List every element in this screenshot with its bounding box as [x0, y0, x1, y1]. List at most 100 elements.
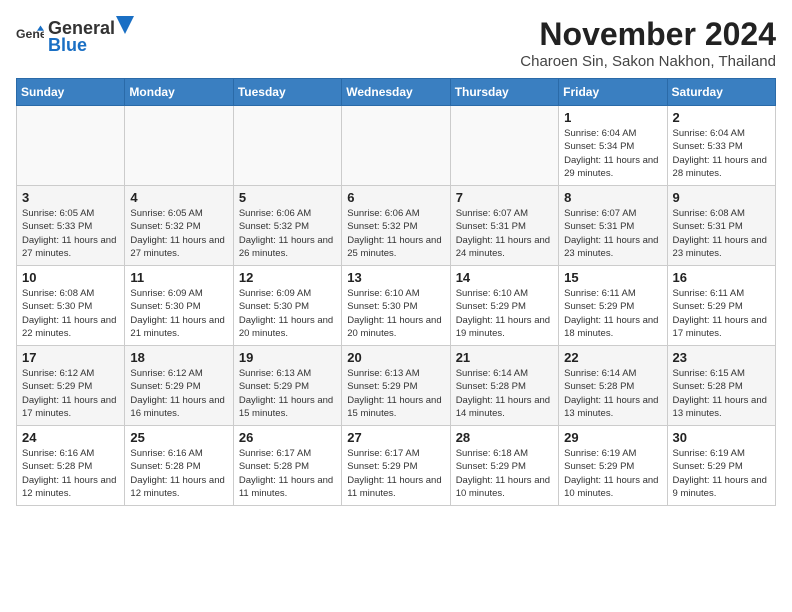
day-info: Sunrise: 6:19 AMSunset: 5:29 PMDaylight:…	[673, 447, 770, 500]
calendar-cell: 6 Sunrise: 6:06 AMSunset: 5:32 PMDaylight…	[342, 186, 450, 266]
day-info: Sunrise: 6:17 AMSunset: 5:29 PMDaylight:…	[347, 447, 444, 500]
header-friday: Friday	[559, 79, 667, 106]
header-saturday: Saturday	[667, 79, 775, 106]
day-info: Sunrise: 6:13 AMSunset: 5:29 PMDaylight:…	[239, 367, 336, 420]
header-wednesday: Wednesday	[342, 79, 450, 106]
day-number: 10	[22, 270, 119, 285]
day-number: 24	[22, 430, 119, 445]
day-number: 27	[347, 430, 444, 445]
page-header: General General Blue November 2024 Charo…	[16, 16, 776, 70]
day-info: Sunrise: 6:16 AMSunset: 5:28 PMDaylight:…	[130, 447, 227, 500]
calendar-cell	[233, 106, 341, 186]
day-info: Sunrise: 6:09 AMSunset: 5:30 PMDaylight:…	[130, 287, 227, 340]
day-info: Sunrise: 6:16 AMSunset: 5:28 PMDaylight:…	[22, 447, 119, 500]
day-number: 1	[564, 110, 661, 125]
logo: General General Blue	[16, 16, 135, 56]
calendar-week-row: 3Sunrise: 6:05 AMSunset: 5:33 PMDaylight…	[17, 186, 776, 266]
calendar-cell: 17Sunrise: 6:12 AMSunset: 5:29 PMDayligh…	[17, 346, 125, 426]
day-info: Sunrise: 6:06 AMSunset: 5:32 PMDaylight:…	[239, 207, 336, 260]
calendar-cell: 5 Sunrise: 6:06 AMSunset: 5:32 PMDaylight…	[233, 186, 341, 266]
day-info: Sunrise: 6:08 AMSunset: 5:30 PMDaylight:…	[22, 287, 119, 340]
calendar-cell: 16 Sunrise: 6:11 AMSunset: 5:29 PMDayligh…	[667, 266, 775, 346]
day-number: 18	[130, 350, 227, 365]
calendar-cell: 11 Sunrise: 6:09 AMSunset: 5:30 PMDayligh…	[125, 266, 233, 346]
calendar-cell	[342, 106, 450, 186]
day-number: 9	[673, 190, 770, 205]
calendar-cell: 25 Sunrise: 6:16 AMSunset: 5:28 PMDayligh…	[125, 426, 233, 506]
calendar-cell: 3Sunrise: 6:05 AMSunset: 5:33 PMDaylight…	[17, 186, 125, 266]
day-number: 12	[239, 270, 336, 285]
day-info: Sunrise: 6:14 AMSunset: 5:28 PMDaylight:…	[564, 367, 661, 420]
calendar-cell	[17, 106, 125, 186]
calendar-cell: 21 Sunrise: 6:14 AMSunset: 5:28 PMDayligh…	[450, 346, 558, 426]
calendar-cell: 29Sunrise: 6:19 AMSunset: 5:29 PMDayligh…	[559, 426, 667, 506]
day-number: 6	[347, 190, 444, 205]
day-info: Sunrise: 6:05 AMSunset: 5:32 PMDaylight:…	[130, 207, 227, 260]
calendar-cell: 18Sunrise: 6:12 AMSunset: 5:29 PMDayligh…	[125, 346, 233, 426]
day-info: Sunrise: 6:08 AMSunset: 5:31 PMDaylight:…	[673, 207, 770, 260]
day-number: 25	[130, 430, 227, 445]
calendar-cell: 1 Sunrise: 6:04 AMSunset: 5:34 PMDaylight…	[559, 106, 667, 186]
day-number: 5	[239, 190, 336, 205]
day-info: Sunrise: 6:11 AMSunset: 5:29 PMDaylight:…	[564, 287, 661, 340]
logo-icon: General	[16, 22, 44, 50]
day-number: 3	[22, 190, 119, 205]
calendar-cell: 26Sunrise: 6:17 AMSunset: 5:28 PMDayligh…	[233, 426, 341, 506]
calendar-cell: 15 Sunrise: 6:11 AMSunset: 5:29 PMDayligh…	[559, 266, 667, 346]
day-info: Sunrise: 6:10 AMSunset: 5:29 PMDaylight:…	[456, 287, 553, 340]
calendar-cell: 7Sunrise: 6:07 AMSunset: 5:31 PMDaylight…	[450, 186, 558, 266]
header-sunday: Sunday	[17, 79, 125, 106]
day-number: 14	[456, 270, 553, 285]
day-number: 19	[239, 350, 336, 365]
day-number: 16	[673, 270, 770, 285]
calendar-table: SundayMondayTuesdayWednesdayThursdayFrid…	[16, 78, 776, 506]
day-info: Sunrise: 6:07 AMSunset: 5:31 PMDaylight:…	[564, 207, 661, 260]
calendar-cell: 9 Sunrise: 6:08 AMSunset: 5:31 PMDaylight…	[667, 186, 775, 266]
calendar-cell: 28 Sunrise: 6:18 AMSunset: 5:29 PMDayligh…	[450, 426, 558, 506]
calendar-week-row: 24 Sunrise: 6:16 AMSunset: 5:28 PMDayligh…	[17, 426, 776, 506]
day-info: Sunrise: 6:06 AMSunset: 5:32 PMDaylight:…	[347, 207, 444, 260]
day-number: 29	[564, 430, 661, 445]
day-info: Sunrise: 6:12 AMSunset: 5:29 PMDaylight:…	[22, 367, 119, 420]
calendar-week-row: 1 Sunrise: 6:04 AMSunset: 5:34 PMDaylight…	[17, 106, 776, 186]
calendar-header-row: SundayMondayTuesdayWednesdayThursdayFrid…	[17, 79, 776, 106]
day-info: Sunrise: 6:14 AMSunset: 5:28 PMDaylight:…	[456, 367, 553, 420]
day-info: Sunrise: 6:17 AMSunset: 5:28 PMDaylight:…	[239, 447, 336, 500]
day-number: 21	[456, 350, 553, 365]
day-info: Sunrise: 6:09 AMSunset: 5:30 PMDaylight:…	[239, 287, 336, 340]
calendar-cell: 10 Sunrise: 6:08 AMSunset: 5:30 PMDayligh…	[17, 266, 125, 346]
day-info: Sunrise: 6:13 AMSunset: 5:29 PMDaylight:…	[347, 367, 444, 420]
day-number: 20	[347, 350, 444, 365]
day-info: Sunrise: 6:04 AMSunset: 5:33 PMDaylight:…	[673, 127, 770, 180]
calendar-cell: 19 Sunrise: 6:13 AMSunset: 5:29 PMDayligh…	[233, 346, 341, 426]
day-number: 15	[564, 270, 661, 285]
calendar-cell: 13 Sunrise: 6:10 AMSunset: 5:30 PMDayligh…	[342, 266, 450, 346]
title-block: November 2024 Charoen Sin, Sakon Nakhon,…	[520, 16, 776, 70]
calendar-cell	[125, 106, 233, 186]
day-number: 11	[130, 270, 227, 285]
header-monday: Monday	[125, 79, 233, 106]
day-info: Sunrise: 6:11 AMSunset: 5:29 PMDaylight:…	[673, 287, 770, 340]
calendar-cell: 30 Sunrise: 6:19 AMSunset: 5:29 PMDayligh…	[667, 426, 775, 506]
day-number: 28	[456, 430, 553, 445]
day-info: Sunrise: 6:10 AMSunset: 5:30 PMDaylight:…	[347, 287, 444, 340]
day-number: 2	[673, 110, 770, 125]
logo-blue: Blue	[48, 35, 87, 55]
day-number: 30	[673, 430, 770, 445]
calendar-cell: 12 Sunrise: 6:09 AMSunset: 5:30 PMDayligh…	[233, 266, 341, 346]
calendar-week-row: 10 Sunrise: 6:08 AMSunset: 5:30 PMDayligh…	[17, 266, 776, 346]
day-number: 13	[347, 270, 444, 285]
header-thursday: Thursday	[450, 79, 558, 106]
day-info: Sunrise: 6:07 AMSunset: 5:31 PMDaylight:…	[456, 207, 553, 260]
day-number: 8	[564, 190, 661, 205]
main-title: November 2024	[520, 16, 776, 53]
calendar-cell: 14 Sunrise: 6:10 AMSunset: 5:29 PMDayligh…	[450, 266, 558, 346]
calendar-cell: 20 Sunrise: 6:13 AMSunset: 5:29 PMDayligh…	[342, 346, 450, 426]
day-info: Sunrise: 6:18 AMSunset: 5:29 PMDaylight:…	[456, 447, 553, 500]
day-number: 23	[673, 350, 770, 365]
header-tuesday: Tuesday	[233, 79, 341, 106]
calendar-week-row: 17Sunrise: 6:12 AMSunset: 5:29 PMDayligh…	[17, 346, 776, 426]
subtitle: Charoen Sin, Sakon Nakhon, Thailand	[520, 53, 776, 70]
day-info: Sunrise: 6:04 AMSunset: 5:34 PMDaylight:…	[564, 127, 661, 180]
calendar-cell: 24 Sunrise: 6:16 AMSunset: 5:28 PMDayligh…	[17, 426, 125, 506]
